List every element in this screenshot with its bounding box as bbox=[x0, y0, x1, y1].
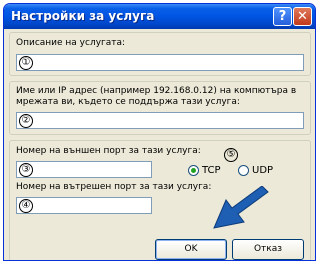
external-port-marker: ③ bbox=[19, 163, 33, 177]
udp-label: UDP bbox=[252, 165, 274, 176]
internal-port-field[interactable]: ④ bbox=[16, 197, 152, 214]
ip-field[interactable]: ② bbox=[16, 112, 304, 129]
pointer-arrow-icon bbox=[213, 186, 269, 229]
udp-radio[interactable] bbox=[238, 165, 249, 176]
ip-group: Име или IP адрес (например 192.168.0.12)… bbox=[9, 81, 311, 135]
tcp-label: TCP bbox=[202, 165, 221, 176]
description-marker: ① bbox=[19, 56, 33, 70]
close-button[interactable]: ✕ bbox=[293, 7, 312, 26]
tcp-radio[interactable] bbox=[188, 165, 199, 176]
title-bar[interactable]: Настройки за услуга ? ✕ bbox=[4, 4, 315, 29]
internal-port-marker: ④ bbox=[19, 199, 33, 213]
ip-marker: ② bbox=[19, 114, 33, 128]
description-group: Описание на услугата: ① bbox=[9, 32, 311, 76]
window-title: Настройки за услуга bbox=[11, 9, 155, 23]
protocol-marker: ⑤ bbox=[224, 148, 238, 162]
tcp-radio-dot bbox=[191, 168, 196, 173]
description-field[interactable]: ① bbox=[16, 54, 304, 71]
cancel-button[interactable]: Отказ bbox=[232, 239, 304, 260]
external-port-field[interactable]: ③ bbox=[16, 161, 152, 178]
external-port-label: Номер на външен порт за тази услуга: bbox=[16, 146, 201, 156]
help-icon: ? bbox=[278, 9, 287, 24]
internal-port-label: Номер на вътрешен порт за тази услуга: bbox=[16, 182, 212, 192]
close-icon: ✕ bbox=[297, 9, 308, 24]
ip-label: Име или IP адрес (например 192.168.0.12)… bbox=[16, 86, 297, 107]
description-label: Описание на услугата: bbox=[16, 38, 126, 48]
ok-button[interactable]: OK bbox=[155, 239, 227, 260]
help-button[interactable]: ? bbox=[273, 7, 292, 26]
